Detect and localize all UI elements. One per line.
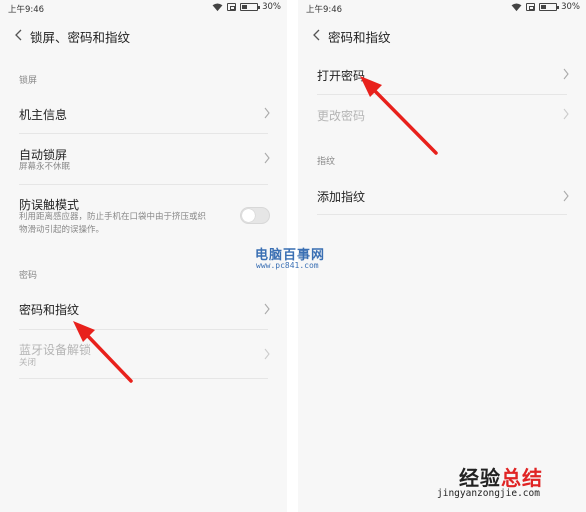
watermark-brand-url: jingyanzongjie.com	[437, 488, 540, 499]
red-arrow-left	[73, 321, 133, 383]
watermark-brand: 经验总结	[459, 466, 543, 490]
red-arrow-right	[360, 76, 438, 155]
watermark-site-url: www.pc841.com	[256, 261, 319, 270]
